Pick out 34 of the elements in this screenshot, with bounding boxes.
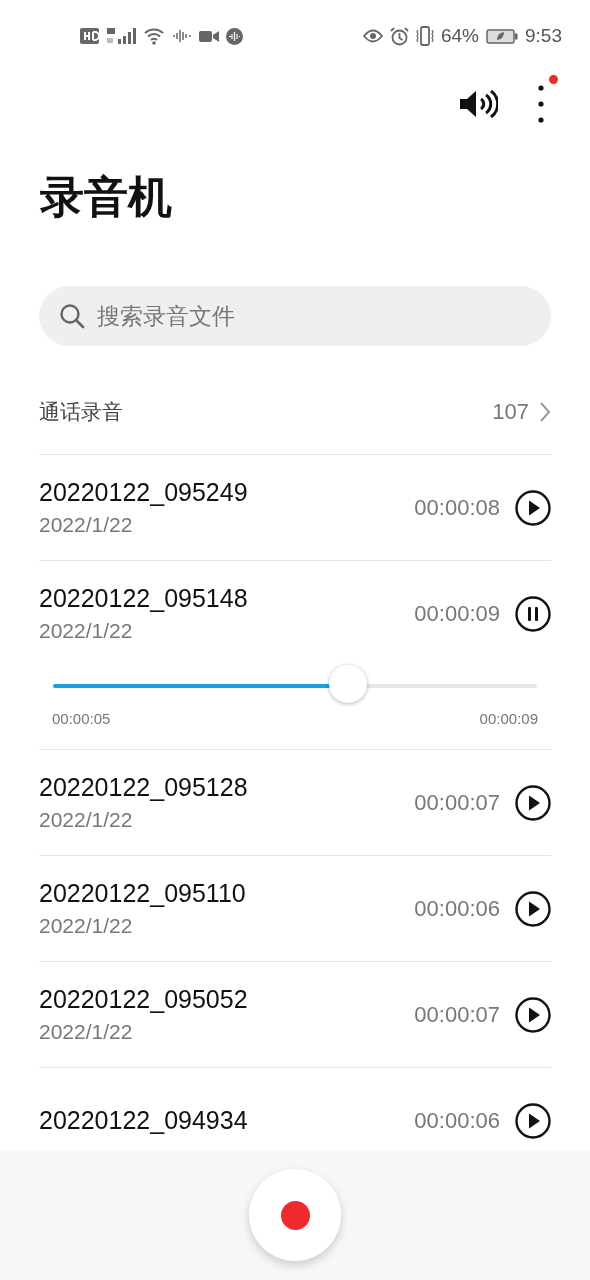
hd-icon xyxy=(80,28,99,44)
battery-percent: 64% xyxy=(441,25,479,47)
recording-item[interactable]: 20220122_095249 2022/1/22 00:00:08 xyxy=(39,455,551,560)
play-icon[interactable] xyxy=(515,890,551,927)
recording-item[interactable]: 20220122_095148 2022/1/22 00:00:09 xyxy=(39,561,551,666)
more-icon[interactable] xyxy=(538,85,544,123)
app-title: 录音机 xyxy=(40,170,173,224)
alarm-icon xyxy=(390,26,409,46)
clock: 9:53 xyxy=(525,25,562,47)
recording-item[interactable]: 20220122_095110 2022/1/22 00:00:06 xyxy=(39,856,551,961)
chevron-right-icon xyxy=(539,401,551,423)
search-field[interactable]: 搜索录音文件 xyxy=(39,286,551,346)
recording-item[interactable]: 20220122_095128 2022/1/22 00:00:07 xyxy=(39,750,551,855)
speaker-icon[interactable] xyxy=(458,89,498,119)
play-icon[interactable] xyxy=(515,996,551,1033)
voice-icon xyxy=(226,27,243,45)
pause-icon[interactable] xyxy=(515,595,551,632)
play-icon[interactable] xyxy=(515,784,551,821)
record-button[interactable] xyxy=(249,1169,341,1261)
vibrate-icon xyxy=(416,26,434,46)
waveform-icon xyxy=(172,29,192,43)
signal-icon xyxy=(106,27,136,45)
total-time: 00:00:09 xyxy=(479,710,538,727)
search-icon xyxy=(59,303,85,329)
recording-item[interactable]: 20220122_094934 00:00:06 xyxy=(39,1068,551,1150)
battery-icon xyxy=(486,28,518,44)
play-icon[interactable] xyxy=(515,1102,551,1139)
elapsed-time: 00:00:05 xyxy=(52,710,111,727)
video-camera-icon xyxy=(199,29,219,43)
recording-item[interactable]: 20220122_095052 2022/1/22 00:00:07 xyxy=(39,962,551,1067)
eye-icon xyxy=(363,29,383,43)
call-recordings-row[interactable]: 通话录音 107 xyxy=(39,370,551,455)
play-icon[interactable] xyxy=(515,489,551,526)
wifi-icon xyxy=(143,27,165,45)
